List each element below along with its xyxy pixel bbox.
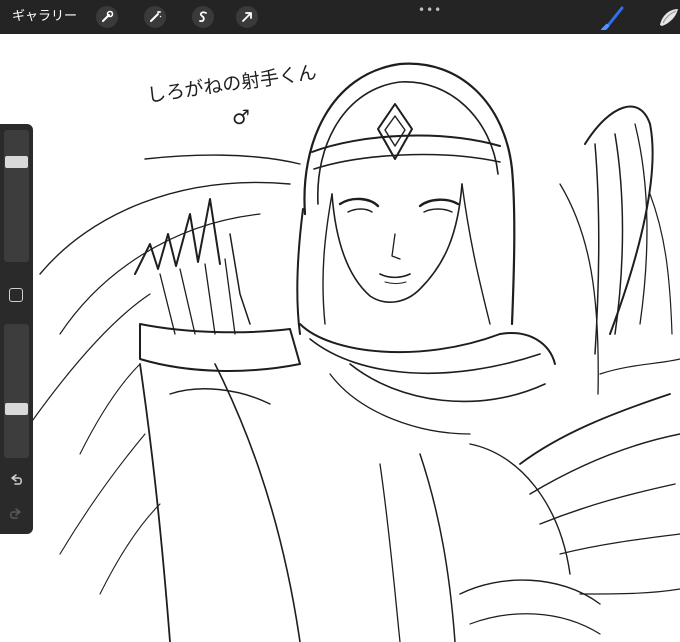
more-options-button[interactable]: ••• xyxy=(418,3,442,17)
transform-button[interactable] xyxy=(236,6,258,28)
actions-button[interactable] xyxy=(96,6,118,28)
redo-icon[interactable] xyxy=(8,506,24,522)
brush-size-thumb[interactable] xyxy=(5,156,28,168)
magic-wand-icon xyxy=(150,11,162,22)
brush-size-slider[interactable] xyxy=(4,130,29,262)
brush-icon[interactable] xyxy=(598,4,628,30)
smudge-icon[interactable] xyxy=(656,5,680,29)
modify-button[interactable] xyxy=(9,288,23,302)
opacity-slider[interactable] xyxy=(4,324,29,458)
top-toolbar: ギャラリー ••• xyxy=(0,0,680,34)
adjustments-button[interactable] xyxy=(144,6,166,28)
selection-icon xyxy=(199,11,207,23)
gallery-button[interactable]: ギャラリー xyxy=(12,8,77,26)
opacity-thumb[interactable] xyxy=(5,403,28,415)
wrench-icon xyxy=(102,10,114,22)
drawing-canvas[interactable]: しろがねの射手くん ♂ xyxy=(0,34,680,642)
handwritten-caption: しろがねの射手くん xyxy=(146,61,318,107)
selection-button[interactable] xyxy=(192,6,214,28)
handwritten-symbol: ♂ xyxy=(232,105,250,129)
tool-sidebar xyxy=(0,124,33,534)
undo-icon[interactable] xyxy=(8,472,24,488)
sketch-artwork: しろがねの射手くん ♂ xyxy=(29,61,680,642)
transform-arrow-icon xyxy=(242,12,252,22)
